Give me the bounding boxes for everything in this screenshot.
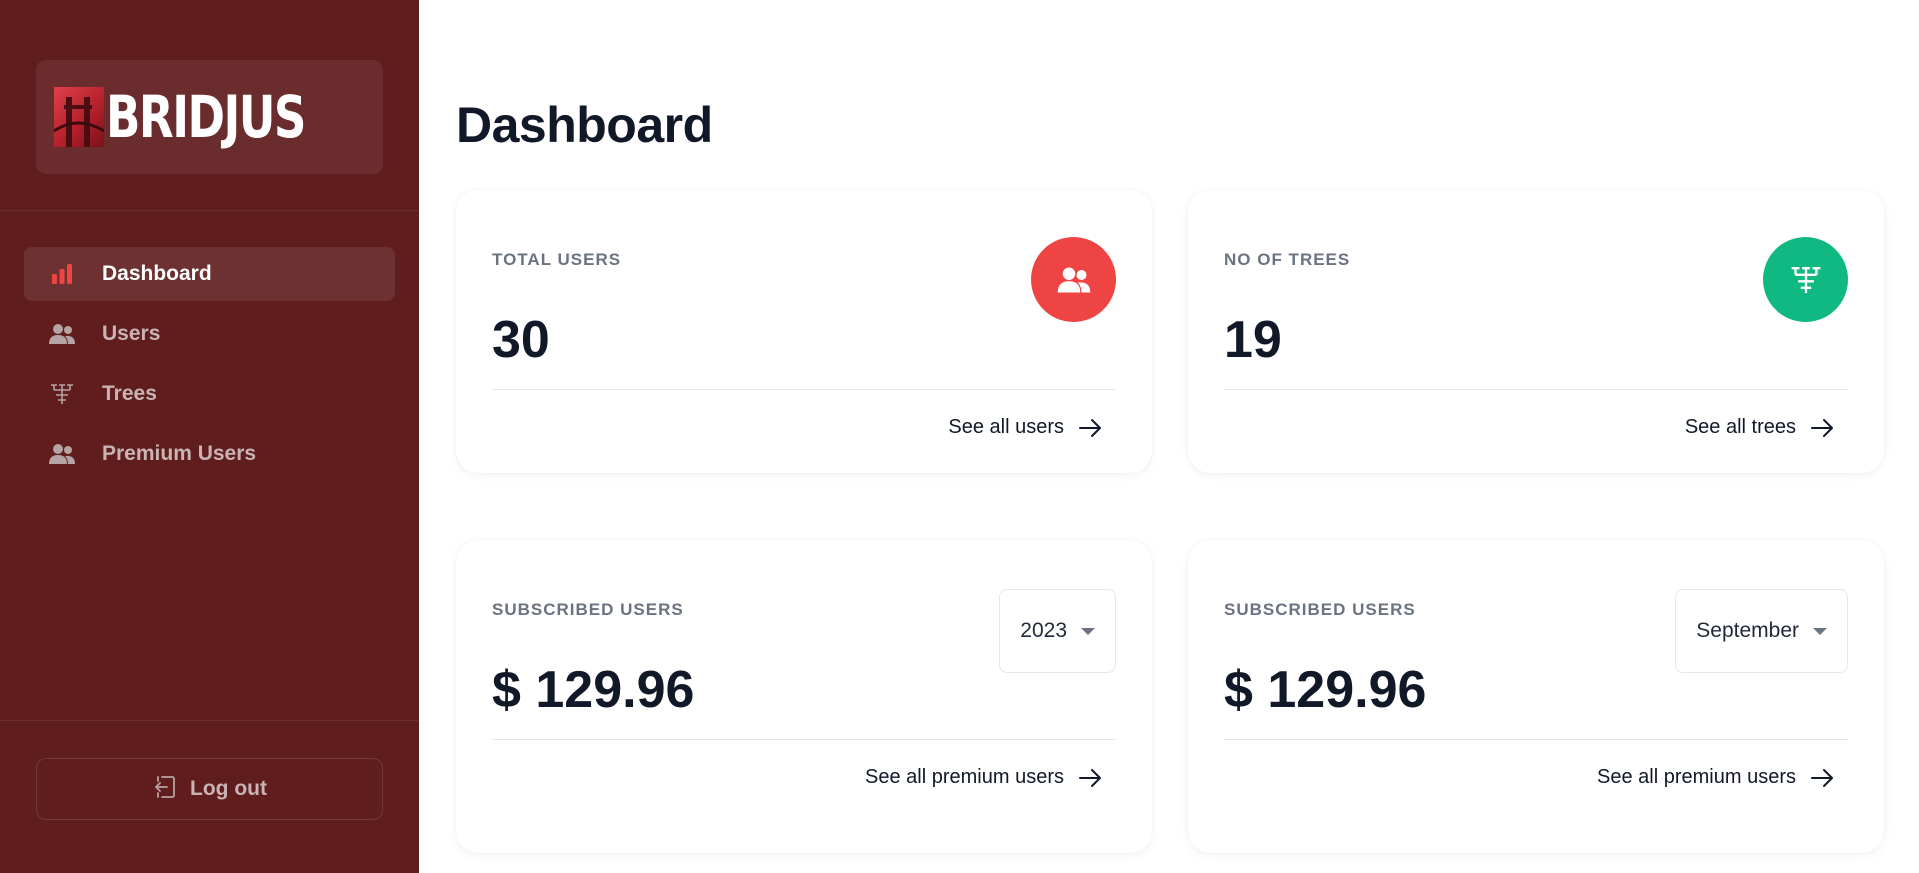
users-icon	[48, 320, 76, 348]
sidebar: BRIDJUS Dashboard Users Trees Premium Us…	[0, 0, 419, 873]
logout-label: Log out	[190, 777, 267, 800]
logo-bridge-icon	[54, 87, 104, 147]
logout-icon	[152, 773, 178, 806]
year-select[interactable]: 2023	[999, 589, 1116, 673]
sidebar-divider	[0, 210, 419, 211]
year-select-value: 2023	[1020, 619, 1067, 642]
card-divider	[1224, 389, 1848, 390]
card-value: $ 129.96	[1224, 661, 1427, 719]
see-all-trees-link[interactable]: See all trees	[1685, 416, 1834, 439]
card-label: SUBSCRIBED USERS	[1224, 600, 1416, 619]
arrow-right-icon	[1079, 418, 1101, 437]
tree-icon	[1763, 237, 1848, 322]
logout-button[interactable]: Log out	[36, 758, 383, 820]
sidebar-item-users[interactable]: Users	[24, 307, 395, 361]
subscribed-users-month-card: SUBSCRIBED USERS $ 129.96 September See …	[1188, 540, 1884, 853]
subscribed-users-year-card: SUBSCRIBED USERS $ 129.96 2023 See all p…	[456, 540, 1152, 853]
card-value: $ 129.96	[492, 661, 695, 719]
sidebar-divider	[0, 720, 419, 721]
page-title: Dashboard	[456, 97, 713, 153]
card-link-label: See all premium users	[865, 766, 1064, 788]
card-label: TOTAL USERS	[492, 250, 622, 269]
arrow-right-icon	[1811, 768, 1833, 787]
app-root: BRIDJUS Dashboard Users Trees Premium Us…	[0, 0, 1919, 873]
card-link-label: See all premium users	[1597, 766, 1796, 788]
card-divider	[1224, 739, 1848, 740]
sidebar-item-premium-users[interactable]: Premium Users	[24, 427, 395, 481]
arrow-right-icon	[1811, 418, 1833, 437]
bar-chart-icon	[48, 260, 76, 288]
chevron-down-icon	[1813, 627, 1827, 635]
sidebar-item-label: Trees	[102, 382, 157, 405]
main-content: Dashboard TOTAL USERS 30 See all users N…	[419, 0, 1919, 873]
sidebar-item-label: Users	[102, 322, 161, 345]
card-value: 19	[1224, 311, 1282, 369]
card-link-label: See all trees	[1684, 416, 1796, 438]
trees-card: NO OF TREES 19 See all trees	[1188, 190, 1884, 473]
total-users-card: TOTAL USERS 30 See all users	[456, 190, 1152, 473]
see-all-premium-users-link[interactable]: See all premium users	[865, 766, 1102, 789]
logo-text: BRIDJUS	[106, 83, 306, 151]
chevron-down-icon	[1081, 627, 1095, 635]
logo[interactable]: BRIDJUS	[36, 60, 383, 174]
sidebar-item-dashboard[interactable]: Dashboard	[24, 247, 395, 301]
tree-icon	[48, 380, 76, 408]
card-divider	[492, 739, 1116, 740]
see-all-premium-users-link[interactable]: See all premium users	[1597, 766, 1834, 789]
see-all-users-link[interactable]: See all users	[948, 416, 1102, 439]
arrow-right-icon	[1079, 768, 1101, 787]
sidebar-item-label: Premium Users	[102, 442, 257, 465]
card-label: NO OF TREES	[1224, 250, 1351, 269]
sidebar-nav: Dashboard Users Trees Premium Users	[24, 247, 395, 487]
month-select-value: September	[1696, 619, 1799, 642]
card-value: 30	[492, 311, 550, 369]
card-divider	[492, 389, 1116, 390]
month-select[interactable]: September	[1675, 589, 1848, 673]
sidebar-item-trees[interactable]: Trees	[24, 367, 395, 421]
users-icon	[1031, 237, 1116, 322]
sidebar-item-label: Dashboard	[102, 262, 212, 285]
card-label: SUBSCRIBED USERS	[492, 600, 684, 619]
card-link-label: See all users	[948, 416, 1064, 438]
users-icon	[48, 440, 76, 468]
